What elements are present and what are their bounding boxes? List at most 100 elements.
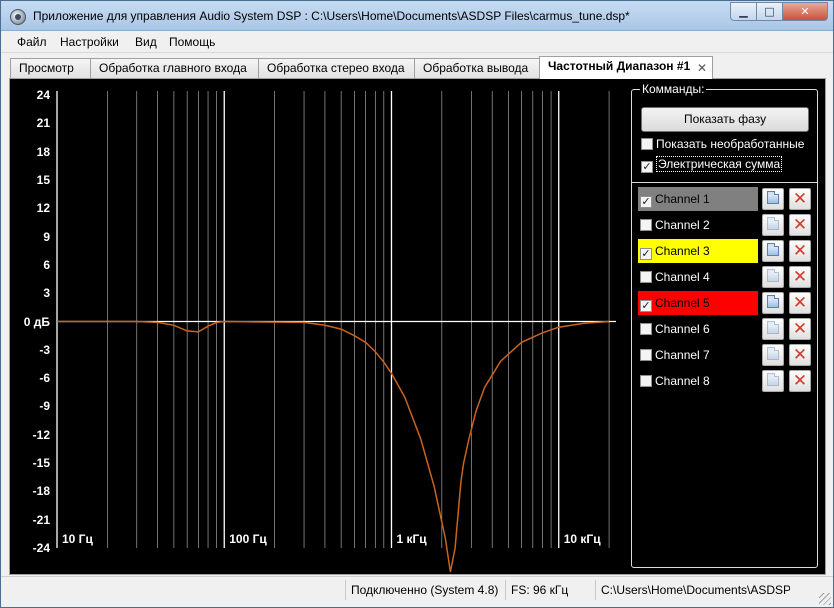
y-tick-label: -18 bbox=[32, 484, 50, 499]
delete-channel-button[interactable]: ✕ bbox=[789, 266, 811, 288]
plot-canvas bbox=[56, 91, 616, 573]
channel-label: Channel 1 bbox=[655, 192, 710, 206]
channel-checkbox[interactable]: ✓ bbox=[640, 300, 652, 312]
show-phase-button[interactable]: Показать фазу bbox=[641, 107, 809, 132]
tab-label: Обработка главного входа bbox=[99, 61, 247, 75]
resize-grip[interactable] bbox=[819, 593, 831, 605]
y-tick-label: -9 bbox=[39, 399, 50, 414]
status-sample-rate: FS: 96 кГц bbox=[505, 580, 595, 600]
open-preset-button[interactable] bbox=[762, 240, 784, 262]
menu-settings[interactable]: Настройки bbox=[60, 35, 119, 49]
y-tick-label: 3 bbox=[43, 286, 50, 301]
menu-help[interactable]: Помощь bbox=[169, 35, 215, 49]
channel-label: Channel 5 bbox=[655, 296, 710, 310]
channel-label: Channel 8 bbox=[655, 374, 710, 388]
electrical-sum-label: Электрическая сумма bbox=[656, 156, 783, 172]
channel-checkbox[interactable] bbox=[640, 219, 652, 231]
delete-channel-button[interactable]: ✕ bbox=[789, 188, 811, 210]
channel-checkbox-row[interactable]: Channel 7 bbox=[638, 343, 758, 367]
x-tick-label: 1 кГц bbox=[396, 532, 427, 546]
y-tick-label: -21 bbox=[32, 512, 50, 527]
channel-checkbox[interactable] bbox=[640, 349, 652, 361]
folder-icon bbox=[767, 373, 779, 386]
tab-close-icon[interactable]: ✕ bbox=[697, 59, 707, 77]
delete-icon: ✕ bbox=[792, 215, 808, 235]
open-preset-button[interactable] bbox=[762, 370, 784, 392]
delete-icon: ✕ bbox=[792, 241, 808, 261]
electrical-sum-checkbox-row[interactable]: ✓ Электрическая сумма bbox=[641, 156, 783, 173]
menu-file[interactable]: Файл bbox=[17, 35, 47, 49]
delete-channel-button[interactable]: ✕ bbox=[789, 292, 811, 314]
delete-channel-button[interactable]: ✕ bbox=[789, 240, 811, 262]
status-file-path: C:\Users\Home\Documents\ASDSP Files\carm… bbox=[595, 580, 790, 600]
channel-checkbox-row[interactable]: Channel 6 bbox=[638, 317, 758, 341]
delete-icon: ✕ bbox=[792, 371, 808, 391]
tab-frequency-range-1[interactable]: Частотный Диапазон #1 ✕ bbox=[539, 56, 713, 79]
tab-label: Обработка вывода bbox=[423, 61, 529, 75]
window-controls: ▁ □ ✕ bbox=[730, 2, 828, 21]
channel-checkbox[interactable] bbox=[640, 271, 652, 283]
window-title: Приложение для управления Audio System D… bbox=[33, 9, 630, 23]
minimize-button[interactable]: ▁ bbox=[730, 2, 757, 21]
y-tick-label: -6 bbox=[39, 371, 50, 386]
channel-checkbox-row[interactable]: ✓ Channel 5 bbox=[638, 291, 758, 315]
y-tick-label: -24 bbox=[32, 541, 50, 555]
x-tick-label: 10 Гц bbox=[62, 532, 93, 546]
open-preset-button[interactable] bbox=[762, 318, 784, 340]
y-tick-label: 6 bbox=[43, 257, 50, 272]
commands-groupbox: Комманды: Показать фазу Показать необраб… bbox=[631, 82, 818, 568]
channel-row: ✓ Channel 3 ✕ bbox=[638, 239, 815, 263]
tab-label: Частотный Диапазон #1 bbox=[548, 59, 691, 73]
open-preset-button[interactable] bbox=[762, 292, 784, 314]
channel-checkbox-row[interactable]: Channel 2 bbox=[638, 213, 758, 237]
channel-label: Channel 6 bbox=[655, 322, 710, 336]
delete-channel-button[interactable]: ✕ bbox=[789, 370, 811, 392]
channel-checkbox[interactable] bbox=[640, 375, 652, 387]
tab-stereo-input[interactable]: Обработка стерео входа bbox=[258, 58, 415, 78]
menu-view[interactable]: Вид bbox=[135, 35, 157, 49]
frequency-response-plot[interactable]: 24 21 18 15 12 9 6 3 0 дБ -3 -6 -9 -12 -15 -18 -21 -24 1… bbox=[10, 79, 625, 574]
title-bar: Приложение для управления Audio System D… bbox=[1, 1, 833, 31]
y-tick-label: 18 bbox=[36, 144, 50, 159]
commands-panel: Комманды: Показать фазу Показать необраб… bbox=[625, 79, 825, 574]
channel-label: Channel 2 bbox=[655, 218, 710, 232]
delete-channel-button[interactable]: ✕ bbox=[789, 344, 811, 366]
show-raw-checkbox[interactable] bbox=[641, 138, 653, 150]
channel-checkbox-row[interactable]: ✓ Channel 1 bbox=[638, 187, 758, 211]
tab-overview[interactable]: Просмотр bbox=[10, 58, 91, 78]
electrical-sum-checkbox[interactable]: ✓ bbox=[641, 161, 653, 173]
delete-icon: ✕ bbox=[792, 345, 808, 365]
close-button[interactable]: ✕ bbox=[783, 2, 828, 21]
tab-label: Обработка стерео входа bbox=[267, 61, 405, 75]
channel-checkbox-row[interactable]: Channel 8 bbox=[638, 369, 758, 393]
channel-checkbox[interactable]: ✓ bbox=[640, 196, 652, 208]
folder-icon bbox=[767, 321, 779, 334]
folder-icon bbox=[767, 191, 779, 204]
menu-bar: Файл Настройки Вид Помощь bbox=[1, 32, 833, 53]
open-preset-button[interactable] bbox=[762, 214, 784, 236]
open-preset-button[interactable] bbox=[762, 344, 784, 366]
tab-main-input[interactable]: Обработка главного входа bbox=[90, 58, 259, 78]
channel-checkbox[interactable] bbox=[640, 323, 652, 335]
maximize-button[interactable]: □ bbox=[757, 2, 783, 21]
delete-channel-button[interactable]: ✕ bbox=[789, 214, 811, 236]
folder-icon bbox=[767, 217, 779, 230]
y-tick-label: 15 bbox=[36, 172, 50, 187]
channel-label: Channel 3 bbox=[655, 244, 710, 258]
response-curve bbox=[57, 320, 610, 573]
speaker-icon bbox=[10, 9, 26, 25]
channel-checkbox-row[interactable]: ✓ Channel 3 bbox=[638, 239, 758, 263]
x-tick-label: 100 Гц bbox=[229, 532, 267, 546]
open-preset-button[interactable] bbox=[762, 188, 784, 210]
folder-icon bbox=[767, 243, 779, 256]
folder-icon bbox=[767, 347, 779, 360]
channel-checkbox-row[interactable]: Channel 4 bbox=[638, 265, 758, 289]
show-raw-checkbox-row[interactable]: Показать необработанные bbox=[641, 137, 804, 153]
tab-output[interactable]: Обработка вывода bbox=[414, 58, 540, 78]
channel-checkbox[interactable]: ✓ bbox=[640, 248, 652, 260]
open-preset-button[interactable] bbox=[762, 266, 784, 288]
delete-channel-button[interactable]: ✕ bbox=[789, 318, 811, 340]
channel-row: Channel 2 ✕ bbox=[638, 213, 815, 237]
panel-divider bbox=[632, 182, 817, 183]
y-tick-label: 0 дБ bbox=[23, 314, 50, 329]
